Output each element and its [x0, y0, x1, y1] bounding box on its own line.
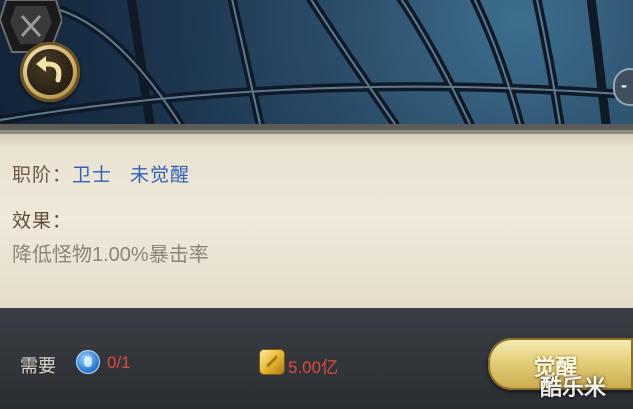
blue-gem-icon	[76, 350, 100, 374]
gold-coin-icon	[259, 349, 285, 375]
item-count: 0/1	[107, 353, 131, 372]
class-label: 职阶：	[12, 165, 73, 186]
gold-cost: 5.00亿	[288, 358, 339, 377]
effect-label: 效果：	[12, 211, 73, 232]
effect-description: 降低怪物1.00%暴击率	[12, 244, 209, 266]
requirement-bar: 需要 0/1 5.00亿 觉醒	[0, 316, 633, 409]
background-scene: -	[0, 0, 633, 124]
side-toggle-label: -	[621, 75, 627, 95]
back-arrow-icon	[36, 56, 62, 83]
decorative-lines	[0, 0, 633, 124]
class-value: 卫士	[72, 165, 113, 186]
back-button[interactable]	[20, 42, 80, 102]
watermark: 酷乐米	[540, 375, 607, 400]
info-panel: 职阶：卫士 未觉醒 效果： 降低怪物1.00%暴击率	[0, 124, 633, 316]
class-row: 职阶：卫士 未觉醒	[12, 160, 190, 187]
need-label: 需要	[20, 356, 56, 376]
awaken-status: 未觉醒	[130, 165, 191, 186]
